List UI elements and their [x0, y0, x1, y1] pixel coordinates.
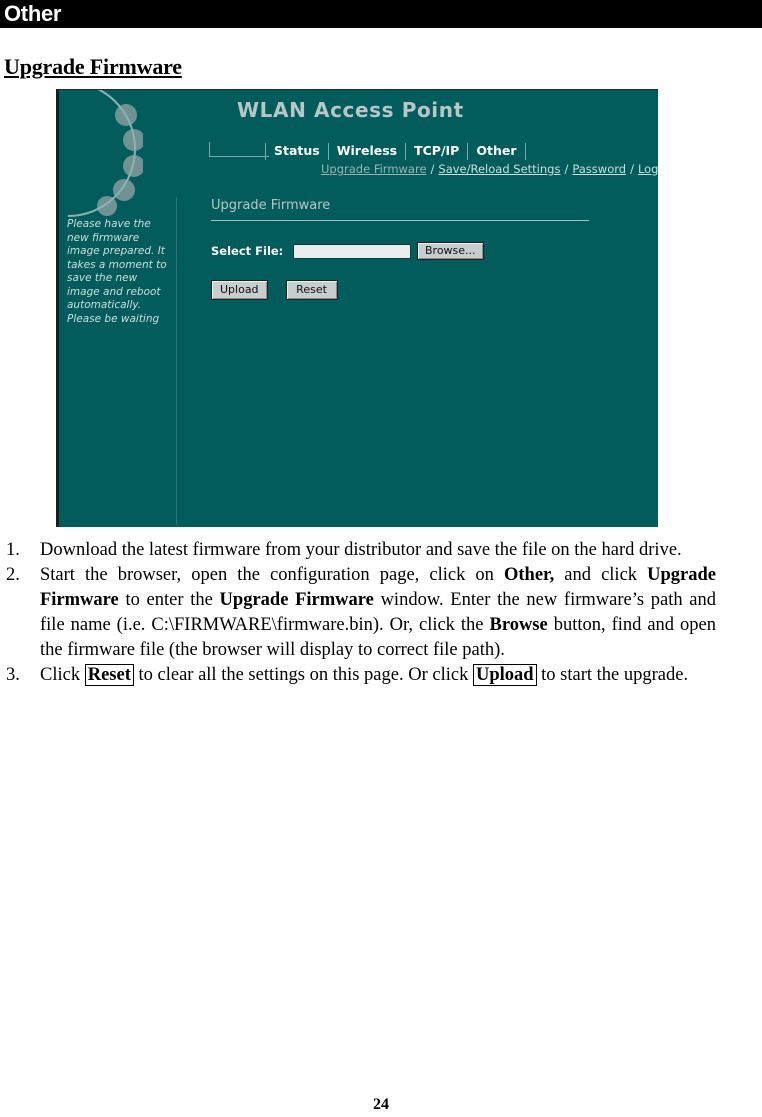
section-heading: Upgrade Firmware — [4, 54, 182, 79]
list-item: 3. Click Reset to clear all the settings… — [0, 663, 762, 688]
form-action-buttons: Upload Reset — [211, 280, 338, 300]
step-text: Start the browser, open the configuratio… — [40, 563, 762, 663]
plain-text: Start the browser, open the configuratio… — [40, 565, 504, 585]
step-number: 3. — [6, 665, 20, 685]
select-file-row: Select File: Browse... — [211, 242, 484, 260]
select-file-input[interactable] — [293, 243, 411, 259]
select-file-label: Select File: — [211, 244, 284, 258]
plain-text: to enter the — [118, 590, 220, 610]
step-number: 2. — [6, 565, 20, 585]
tab-wireless[interactable]: Wireless — [329, 143, 407, 160]
chapter-header-bar: Other — [0, 0, 762, 28]
browse-button[interactable]: Browse... — [417, 242, 484, 260]
plain-text: and click — [554, 565, 648, 585]
tab-strip-connector-vertical — [209, 142, 210, 157]
sub-navigation: Upgrade Firmware / Save/Reload Settings … — [321, 162, 658, 176]
subnav-separator-3: / — [630, 162, 634, 176]
boxed-keyword: Reset — [84, 664, 134, 686]
list-item: 2. Start the browser, open the configura… — [0, 563, 762, 663]
plain-text: to start the upgrade. — [536, 665, 689, 685]
emphasis-text: Browse — [489, 615, 548, 635]
panel-title-rule — [211, 220, 589, 221]
column-divider — [176, 197, 177, 525]
subnav-separator-1: / — [430, 162, 435, 176]
subnav-link-save-reload-settings[interactable]: Save/Reload Settings — [438, 162, 560, 176]
emphasis-text: Other, — [504, 565, 555, 585]
main-tab-strip: Status Wireless TCP/IP Other — [265, 143, 526, 160]
tab-other[interactable]: Other — [468, 143, 526, 160]
page-number: 24 — [373, 1096, 389, 1113]
embedded-screenshot: WLAN Access Point Status Wireless TCP/IP… — [56, 89, 658, 527]
subnav-link-password[interactable]: Password — [572, 162, 626, 176]
chapter-title: Other — [4, 1, 62, 26]
subnav-link-upgrade-firmware[interactable]: Upgrade Firmware — [321, 162, 427, 176]
instruction-list: 1. Download the latest firmware from you… — [0, 538, 762, 688]
app-title: WLAN Access Point — [237, 98, 464, 122]
step-number: 1. — [6, 540, 20, 560]
panel-title: Upgrade Firmware — [211, 198, 331, 213]
list-item: 1. Download the latest firmware from you… — [0, 538, 762, 563]
plain-text: Download the latest firmware from your d… — [40, 540, 682, 560]
boxed-keyword: Upload — [472, 664, 537, 686]
step-text: Download the latest firmware from your d… — [40, 538, 762, 563]
reset-button[interactable]: Reset — [285, 280, 338, 300]
tab-status[interactable]: Status — [265, 143, 329, 160]
gear-decoration-icon — [67, 90, 143, 217]
subnav-separator-2: / — [564, 162, 569, 176]
plain-text: Click — [40, 665, 85, 685]
step-text: Click Reset to clear all the settings on… — [40, 663, 762, 688]
subnav-link-log[interactable]: Log — [638, 162, 658, 176]
emphasis-text: Upgrade Firmware — [219, 590, 374, 610]
plain-text: to clear all the settings on this page. … — [133, 665, 473, 685]
tab-strip-connector — [209, 156, 269, 157]
tab-tcpip[interactable]: TCP/IP — [406, 143, 469, 160]
upload-button[interactable]: Upload — [211, 280, 268, 300]
side-note-text: Please have the new firmware image prepa… — [67, 218, 167, 325]
